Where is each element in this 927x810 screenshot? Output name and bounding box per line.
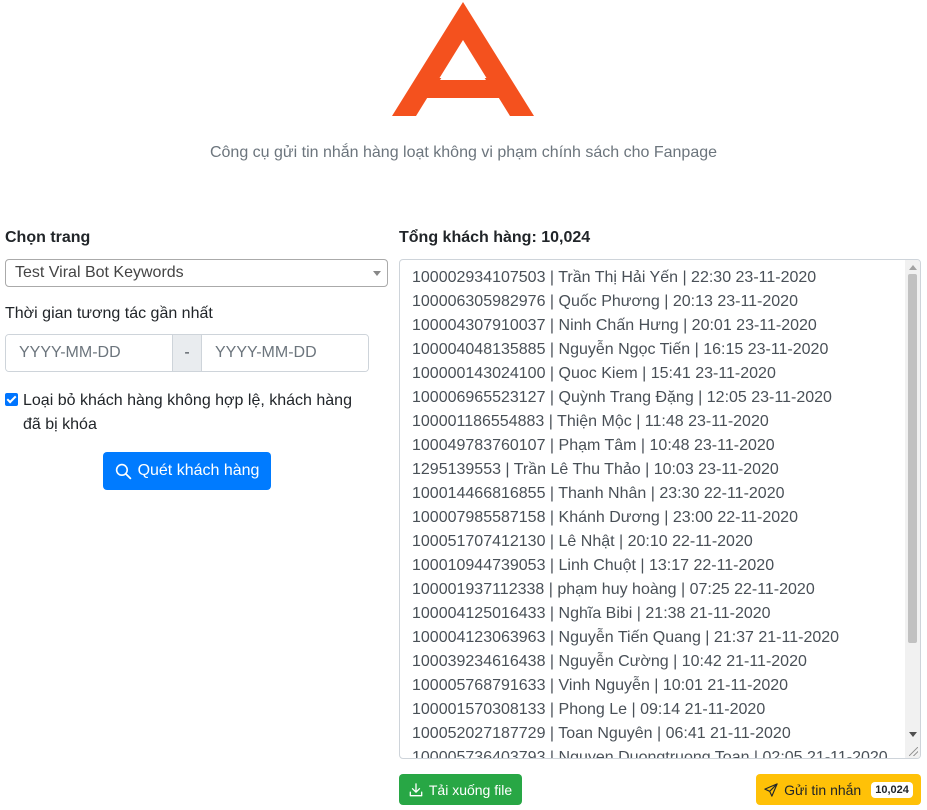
download-icon [409,782,423,796]
customer-row: 100004125016433 | Nghĩa Bibi | 21:38 21-… [412,605,771,622]
scroll-thumb[interactable] [908,274,917,643]
customer-list[interactable]: 100002934107503 | Trần Thị Hải Yến | 22:… [399,259,921,759]
scroll-down-icon[interactable] [909,732,917,737]
customer-row: 100005736403793 | Nguyen Duongtruong Toa… [412,749,888,759]
customer-row: 100007985587158 | Khánh Dương | 23:00 22… [412,509,798,526]
customer-row: 100004048135885 | Nguyễn Ngọc Tiến | 16:… [412,341,829,358]
customer-row: 100006305982976 | Quốc Phương | 20:13 23… [412,293,798,310]
customer-row: 100004123063963 | Nguyễn Tiến Quang | 21… [412,629,840,646]
page-select-value: Test Viral Bot Keywords [15,264,184,281]
scrollbar[interactable] [905,260,920,758]
customer-row: 100001186554883 | Thiện Mộc | 11:48 23-1… [412,413,769,430]
customer-row: 100010944739053 | Linh Chuột | 13:17 22-… [412,557,775,574]
logo-icon [392,2,534,116]
download-file-label: Tải xuống file [428,781,513,798]
scan-customers-label: Quét khách hàng [137,462,260,479]
send-message-button[interactable]: Gửi tin nhắn 10,024 [756,774,921,805]
customer-row: 100052027187729 | Toan Nguyên | 06:41 21… [412,725,791,742]
customer-list-content: 100002934107503 | Trần Thị Hải Yến | 22:… [412,266,900,759]
exclude-invalid-label[interactable]: Loại bỏ khách hàng không hợp lệ, khách h… [5,389,365,437]
customer-row: 100014466816855 | Thanh Nhân | 23:30 22-… [412,485,785,502]
scroll-up-icon[interactable] [909,265,917,270]
date-to-input[interactable] [202,335,368,371]
send-message-label: Gửi tin nhắn [784,781,862,798]
interaction-range-label: Thời gian tương tác gần nhất [5,305,213,322]
scan-customers-button[interactable]: Quét khách hàng [103,452,271,490]
customer-row: 100039234616438 | Nguyễn Cường | 10:42 2… [412,653,807,670]
exclude-invalid-checkbox[interactable] [5,393,18,406]
customer-row: 100000143024100 | Quoc Kiem | 15:41 23-1… [412,365,776,382]
customer-row: 100001570308133 | Phong Le | 09:14 21-11… [412,701,766,718]
total-customers-label: Tổng khách hàng: 10,024 [399,229,591,246]
date-from-input[interactable] [6,335,172,371]
customer-row: 100004307910037 | Ninh Chấn Hưng | 20:01… [412,317,817,334]
customer-row: 100049783760107 | Phạm Tâm | 10:48 23-11… [412,437,775,454]
customer-row: 100005768791633 | Vinh Nguyễn | 10:01 21… [412,677,789,694]
customer-row: 100051707412130 | Lê Nhật | 20:10 22-11-… [412,533,753,550]
customer-row: 100001937112338 | phạm huy hoàng | 07:25… [412,581,815,598]
send-icon [764,782,778,797]
page-select-label: Chọn trang [5,229,91,246]
tagline: Công cụ gửi tin nhắn hàng loạt không vi … [209,144,718,161]
customer-row: 100006965523127 | Quỳnh Trang Đặng | 12:… [412,389,832,406]
date-range-group: - [5,334,369,372]
send-count-badge: 10,024 [871,781,913,798]
resize-grip-icon[interactable] [909,747,918,756]
search-icon [115,463,131,479]
page-select[interactable]: Test Viral Bot Keywords [5,259,388,287]
customer-row: 100002934107503 | Trần Thị Hải Yến | 22:… [412,269,817,286]
customer-row: 1295139553 | Trần Lê Thu Thảo | 10:03 23… [412,461,779,478]
download-file-button[interactable]: Tải xuống file [399,774,522,805]
exclude-invalid-row: Loại bỏ khách hàng không hợp lệ, khách h… [5,389,365,437]
chevron-down-icon [373,271,381,276]
date-separator: - [172,335,202,371]
